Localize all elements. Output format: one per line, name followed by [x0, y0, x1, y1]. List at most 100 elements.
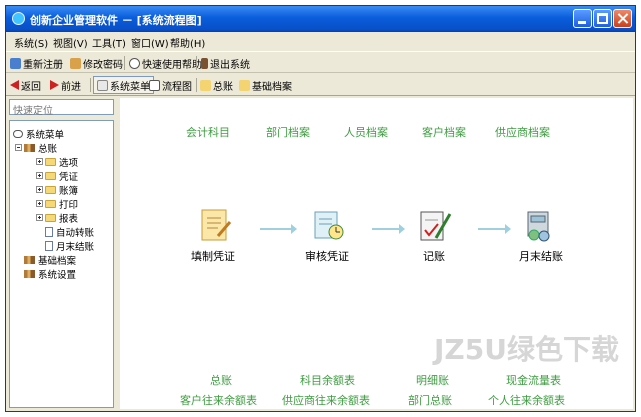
books-icon	[24, 255, 35, 264]
tree-label: 基础档案	[38, 255, 77, 267]
bookkeeping-icon[interactable]	[418, 208, 452, 244]
fill-voucher-icon[interactable]	[198, 208, 232, 244]
tree-node-print[interactable]: 打印	[36, 197, 79, 211]
tree-label: 选项	[59, 157, 79, 169]
flow-arrow	[260, 224, 297, 234]
toolbar-divider	[124, 56, 125, 70]
link-personal-balance-table[interactable]: 个人往来余额表	[488, 392, 565, 408]
tree-node-ledger[interactable]: 总账	[15, 141, 58, 155]
folder-icon	[45, 213, 56, 222]
link-supplier-balance-table[interactable]: 供应商往来余额表	[282, 392, 370, 408]
change-password-label: 修改密码	[83, 59, 123, 71]
tree-label: 自动转账	[56, 227, 95, 239]
maximize-button[interactable]	[593, 9, 612, 28]
re-register-button[interactable]: 重新注册	[10, 55, 63, 71]
system-menu-button[interactable]: 系统菜单	[93, 76, 154, 94]
expand-toggle-icon[interactable]	[36, 158, 43, 165]
watermark: JZ5U绿色下载	[434, 333, 619, 366]
tree-node-auto-transfer[interactable]: 自动转账	[45, 225, 95, 239]
change-password-button[interactable]: 修改密码	[70, 55, 123, 71]
menu-tools[interactable]: 工具(T)	[92, 35, 126, 50]
step-audit-voucher[interactable]: 审核凭证	[305, 248, 349, 264]
expand-toggle-icon[interactable]	[36, 214, 43, 221]
basic-archive-label: 基础档案	[252, 81, 292, 93]
quick-help-button[interactable]: 快速使用帮助	[129, 55, 202, 71]
link-cash-flow-table[interactable]: 现金流量表	[506, 372, 561, 388]
exit-system-label: 退出系统	[210, 59, 250, 71]
archive-icon	[239, 79, 250, 91]
tree-label: 总账	[38, 143, 58, 155]
menu-tree: 系统菜单 总账 选项 凭证 账簿 打印 报表 自动转账 月末结账 基础档案 系统…	[9, 120, 114, 408]
link-account-balance-table[interactable]: 科目余额表	[300, 372, 355, 388]
re-register-label: 重新注册	[23, 59, 63, 71]
link-chart-of-accounts[interactable]: 会计科目	[186, 124, 230, 140]
forward-label: 前进	[61, 81, 81, 93]
title-bar[interactable]: 创新企业管理软件 － [系统流程图]	[6, 6, 635, 32]
menu-bar: 系统(S) 视图(V) 工具(T) 窗口(W) 帮助(H)	[6, 32, 635, 50]
expand-toggle-icon[interactable]	[36, 200, 43, 207]
tree-node-account-books[interactable]: 账簿	[36, 183, 79, 197]
month-end-closing-icon[interactable]	[522, 208, 556, 244]
link-personnel-archive[interactable]: 人员档案	[344, 124, 388, 140]
link-general-ledger[interactable]: 总账	[210, 372, 232, 388]
tree-node-reports[interactable]: 报表	[36, 211, 79, 225]
system-menu-label: 系统菜单	[110, 81, 150, 93]
flowchart-button[interactable]: 流程图	[149, 77, 192, 93]
register-icon	[10, 57, 21, 69]
app-window: 创新企业管理软件 － [系统流程图] 系统(S) 视图(V) 工具(T) 窗口(…	[5, 5, 636, 412]
flowchart-icon	[149, 79, 160, 91]
ledger-icon	[200, 79, 211, 91]
link-detail-ledger[interactable]: 明细账	[416, 372, 449, 388]
link-department-archive[interactable]: 部门档案	[266, 124, 310, 140]
basic-archive-button[interactable]: 基础档案	[239, 77, 292, 93]
back-label: 返回	[21, 81, 41, 93]
toolbar-divider	[196, 56, 197, 70]
menu-help[interactable]: 帮助(H)	[170, 35, 205, 50]
tree-node-options[interactable]: 选项	[36, 155, 79, 169]
tree-label: 系统设置	[38, 269, 77, 281]
collapse-toggle-icon[interactable]	[15, 144, 22, 151]
audit-voucher-icon[interactable]	[312, 208, 346, 244]
tree-label: 系统菜单	[26, 129, 65, 141]
app-icon	[12, 12, 25, 25]
quick-locate-input[interactable]: 快速定位	[9, 99, 114, 117]
menu-window[interactable]: 窗口(W)	[131, 35, 169, 50]
ledger-button[interactable]: 总账	[200, 77, 233, 93]
document-icon	[45, 240, 53, 251]
forward-button[interactable]: 前进	[50, 77, 81, 93]
step-month-end-closing[interactable]: 月末结账	[519, 248, 563, 264]
forward-arrow-icon	[50, 80, 59, 90]
tree-node-month-end-closing[interactable]: 月末结账	[45, 239, 94, 253]
tree-node-system-menu[interactable]: 系统菜单	[13, 127, 65, 141]
tree-node-basic-archive[interactable]: 基础档案	[24, 253, 77, 267]
exit-system-button[interactable]: 退出系统	[201, 55, 250, 71]
tree-node-system-settings[interactable]: 系统设置	[24, 267, 77, 281]
tree-label: 打印	[59, 199, 79, 211]
link-department-ledger[interactable]: 部门总账	[408, 392, 452, 408]
menu-system[interactable]: 系统(S)	[14, 35, 48, 50]
minimize-button[interactable]	[573, 9, 592, 28]
left-panel: 快速定位 系统菜单 总账 选项 凭证 账簿 打印 报表 自动转账 月末结账 基础…	[6, 96, 116, 411]
folder-icon	[45, 199, 56, 208]
expand-toggle-icon[interactable]	[36, 186, 43, 193]
link-customer-balance-table[interactable]: 客户往来余额表	[180, 392, 257, 408]
document-icon	[45, 226, 53, 237]
tree-label: 账簿	[59, 185, 79, 197]
back-arrow-icon	[10, 80, 19, 90]
flowchart-label: 流程图	[162, 81, 192, 93]
menu-list-icon	[97, 79, 108, 91]
close-button[interactable]	[613, 9, 632, 28]
menu-view[interactable]: 视图(V)	[53, 35, 88, 50]
folder-icon	[45, 171, 56, 180]
expand-toggle-icon[interactable]	[36, 172, 43, 179]
link-customer-archive[interactable]: 客户档案	[422, 124, 466, 140]
step-bookkeeping[interactable]: 记账	[423, 248, 445, 264]
quick-help-label: 快速使用帮助	[142, 59, 202, 71]
link-supplier-archive[interactable]: 供应商档案	[495, 124, 550, 140]
tree-label: 报表	[59, 213, 79, 225]
books-icon	[24, 143, 35, 152]
step-fill-voucher[interactable]: 填制凭证	[191, 248, 235, 264]
main-toolbar: 重新注册 修改密码 快速使用帮助 退出系统	[6, 51, 635, 73]
tree-node-voucher[interactable]: 凭证	[36, 169, 78, 183]
back-button[interactable]: 返回	[10, 77, 41, 93]
